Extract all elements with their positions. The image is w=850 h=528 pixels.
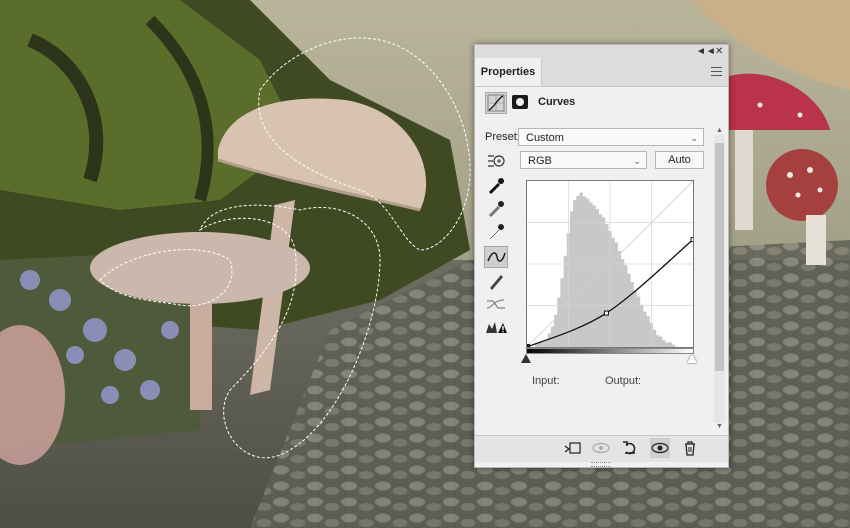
histogram-bar (627, 273, 631, 347)
black-point-slider[interactable] (521, 354, 531, 363)
histogram-bar (585, 198, 590, 347)
chevron-down-icon: ⌄ (690, 133, 698, 143)
curve-control-point[interactable] (603, 310, 609, 316)
histogram-bar (639, 304, 644, 347)
chevron-down-icon: ⌄ (633, 156, 641, 166)
histogram-bar (646, 316, 650, 347)
visibility-eye-icon[interactable] (650, 438, 670, 458)
sample-gray-eyedropper-icon[interactable] (484, 198, 508, 220)
curves-graph[interactable] (524, 180, 696, 350)
histogram-bar (649, 322, 653, 347)
panel-resize-grip[interactable] (591, 462, 611, 467)
adjustment-title: Curves (538, 96, 576, 108)
delete-trash-icon[interactable] (680, 438, 700, 458)
sample-black-eyedropper-icon[interactable] (484, 175, 508, 197)
histogram-bar (642, 311, 647, 347)
histogram-bar (658, 336, 663, 347)
histogram-bar (665, 342, 669, 347)
smooth-curve-icon[interactable] (484, 293, 508, 315)
channel-value: RGB (528, 155, 552, 167)
scroll-down-icon[interactable]: ▼ (716, 423, 723, 430)
histogram-bar (588, 202, 593, 347)
reset-icon[interactable] (620, 438, 640, 458)
layer-mask-icon[interactable] (512, 95, 528, 109)
close-icon[interactable]: ✕ (715, 45, 723, 58)
curve-control-point[interactable] (524, 344, 530, 350)
panel-menu-icon[interactable] (711, 67, 722, 76)
draw-pencil-icon[interactable] (484, 270, 508, 292)
view-previous-icon[interactable] (591, 438, 611, 458)
preset-label: Preset: (485, 131, 520, 143)
histogram-bar (592, 205, 596, 347)
panel-scrollbar[interactable]: ▲ ▼ (714, 127, 725, 431)
histogram-bar (601, 217, 606, 347)
on-image-adjust-icon[interactable] (484, 150, 508, 172)
histogram-bar (579, 192, 584, 347)
histogram-bar (636, 296, 641, 347)
tab-properties[interactable]: Properties (475, 58, 542, 86)
histogram-bar (576, 195, 580, 347)
histogram-bar (573, 199, 577, 347)
output-label: Output: (605, 375, 642, 387)
histogram-bar (671, 344, 676, 347)
histogram-bar (604, 224, 609, 347)
histogram-bar (652, 329, 657, 347)
histogram-bar (598, 214, 603, 347)
histogram-bar (633, 290, 638, 347)
clip-to-layer-icon[interactable] (563, 438, 583, 458)
scroll-up-icon[interactable]: ▲ (716, 127, 723, 134)
histogram-bar (617, 250, 622, 347)
histogram-bar (662, 340, 666, 347)
input-gradient-bar (526, 348, 694, 354)
histogram-bar (623, 265, 628, 347)
sample-white-eyedropper-icon[interactable] (484, 221, 508, 243)
white-point-slider[interactable] (687, 354, 697, 363)
histogram-bar (655, 335, 660, 347)
histogram-bar (538, 343, 542, 347)
preset-value: Custom (526, 132, 564, 144)
double-chevron-icon[interactable]: ◄◄ (696, 45, 716, 58)
histogram-bar (547, 333, 552, 347)
edit-points-icon[interactable] (484, 246, 508, 268)
auto-button[interactable]: Auto (655, 151, 704, 169)
histogram-bar (668, 342, 672, 347)
properties-panel: ◄◄ ✕ Properties Curves Preset: Custom ⌄ … (474, 44, 729, 468)
histogram-bar (569, 211, 574, 347)
channel-select[interactable]: RGB ⌄ (520, 151, 647, 169)
preset-select[interactable]: Custom ⌄ (518, 128, 704, 146)
input-label: Input: (532, 375, 560, 387)
histogram-bar (557, 297, 561, 347)
panel-tab-row: Properties (475, 58, 728, 87)
curve-control-point[interactable] (690, 237, 696, 243)
panel-footer (475, 435, 728, 462)
clipping-warning-icon[interactable] (484, 316, 508, 338)
curves-adjustment-icon[interactable] (485, 92, 507, 114)
scroll-thumb[interactable] (715, 143, 724, 371)
histogram-bar (541, 342, 545, 347)
panel-title-bar[interactable]: ◄◄ ✕ (475, 45, 728, 58)
histogram-bar (611, 237, 615, 347)
